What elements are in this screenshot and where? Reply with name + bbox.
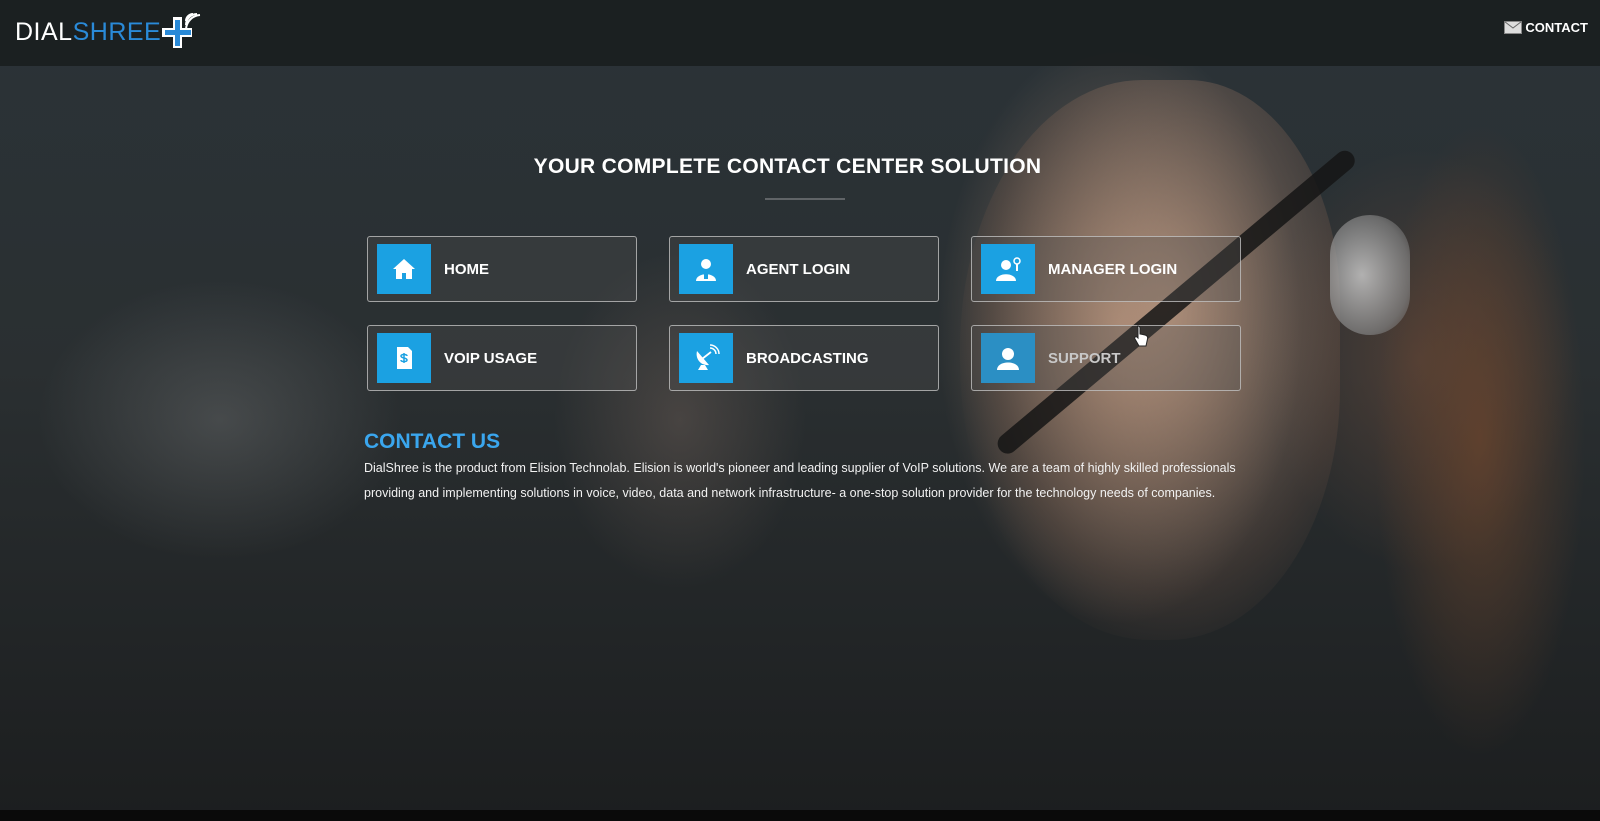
home-tile-label: HOME bbox=[444, 260, 489, 278]
top-navbar: DIAL SHREE CONTACT bbox=[0, 0, 1600, 66]
dialshree-logo[interactable]: DIAL SHREE bbox=[15, 10, 201, 54]
satellite-dish-icon bbox=[679, 333, 733, 383]
contact-us-description: DialShree is the product from Elision Te… bbox=[364, 461, 1236, 500]
voip-usage-tile-label: VOIP USAGE bbox=[444, 349, 538, 367]
contact-us-heading: CONTACT US bbox=[364, 430, 501, 453]
photo-headset-blur bbox=[1330, 215, 1410, 335]
home-icon bbox=[377, 244, 431, 294]
manager-login-tile-button[interactable]: MANAGER LOGIN bbox=[971, 236, 1241, 302]
broadcasting-tile-button[interactable]: BROADCASTING bbox=[669, 325, 939, 391]
agent-login-tile-label: AGENT LOGIN bbox=[746, 260, 851, 278]
document-dollar-icon bbox=[377, 333, 431, 383]
support-tile-button[interactable]: SUPPORT bbox=[971, 325, 1241, 391]
bottom-edge bbox=[0, 810, 1600, 821]
hero-title: YOUR COMPLETE CONTACT CENTER SOLUTION bbox=[533, 155, 1042, 178]
broadcasting-tile-label: BROADCASTING bbox=[746, 349, 869, 367]
manager-icon bbox=[981, 244, 1035, 294]
manager-login-tile-label: MANAGER LOGIN bbox=[1048, 260, 1178, 278]
agent-icon bbox=[679, 244, 733, 294]
support-person-icon bbox=[981, 333, 1035, 383]
logo-text-shree: SHREE bbox=[72, 17, 162, 46]
agent-login-tile-button[interactable]: AGENT LOGIN bbox=[669, 236, 939, 302]
home-tile-button[interactable]: HOME bbox=[367, 236, 637, 302]
mouse-pointer-icon bbox=[1134, 325, 1149, 347]
logo-text-dial: DIAL bbox=[15, 17, 73, 46]
voip-usage-tile-button[interactable]: VOIP USAGE bbox=[367, 325, 637, 391]
background-photo bbox=[0, 0, 1600, 821]
support-tile-label: SUPPORT bbox=[1048, 349, 1121, 367]
envelope-icon bbox=[1504, 21, 1523, 34]
hero-divider bbox=[765, 198, 845, 200]
contact-nav-link[interactable]: CONTACT bbox=[1504, 20, 1588, 35]
logo-cross-signal-icon bbox=[162, 13, 201, 48]
contact-nav-label: CONTACT bbox=[1525, 20, 1588, 35]
